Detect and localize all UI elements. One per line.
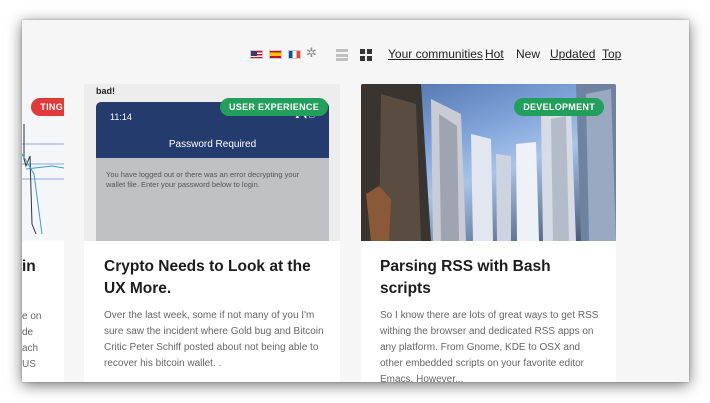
page: ✲ Your communities Hot New Updated Top T… <box>0 0 710 403</box>
category-badge[interactable]: USER EXPERIENCE <box>219 98 328 116</box>
gear-icon[interactable]: ✲ <box>306 45 317 61</box>
post-excerpt: Over the last week, some if not many of … <box>104 310 324 369</box>
grid-view-icon[interactable] <box>360 49 372 61</box>
phone-screenshot: 11:14 ▴ ◥ ▭ Password Required You have l… <box>96 102 329 241</box>
list-view-icon[interactable] <box>336 49 348 61</box>
post-card-rss-bash[interactable]: DEVELOPMENT Parsing RSS with Bash script… <box>361 84 616 382</box>
post-title[interactable]: Crypto Needs to Look at the UX More. <box>104 256 326 300</box>
post-title[interactable]: Parsing RSS with Bash scripts <box>380 256 605 300</box>
post-card-left[interactable]: TING in e on de ach US <box>22 84 64 382</box>
phone-message: You have logged out or there was an erro… <box>106 170 300 189</box>
nav-top[interactable]: Top <box>602 46 621 62</box>
browser-viewport: ✲ Your communities Hot New Updated Top T… <box>22 20 689 382</box>
us-flag-icon[interactable] <box>250 50 263 59</box>
spain-flag-icon[interactable] <box>269 50 282 59</box>
nav-hot[interactable]: Hot <box>485 46 504 62</box>
phone-time: 11:14 <box>110 112 132 122</box>
nav-updated[interactable]: Updated <box>550 46 595 62</box>
france-flag-icon[interactable] <box>288 50 301 59</box>
category-badge[interactable]: DEVELOPMENT <box>514 98 604 116</box>
nav-new[interactable]: New <box>516 46 540 62</box>
post-card-crypto-ux[interactable]: bad! 11:14 ▴ ◥ ▭ Password Required You h… <box>84 84 340 382</box>
phone-header-title: Password Required <box>168 139 257 150</box>
post-excerpt: So I know there are lots of great ways t… <box>380 310 599 382</box>
top-bar: ✲ Your communities Hot New Updated Top <box>22 20 689 82</box>
nav-your-communities[interactable]: Your communities <box>388 46 483 62</box>
thumbnail-caption: bad! <box>96 86 115 96</box>
post-title[interactable]: in <box>22 256 36 278</box>
category-badge[interactable]: TING <box>31 98 64 116</box>
post-excerpt: e on de ach US <box>22 311 42 370</box>
